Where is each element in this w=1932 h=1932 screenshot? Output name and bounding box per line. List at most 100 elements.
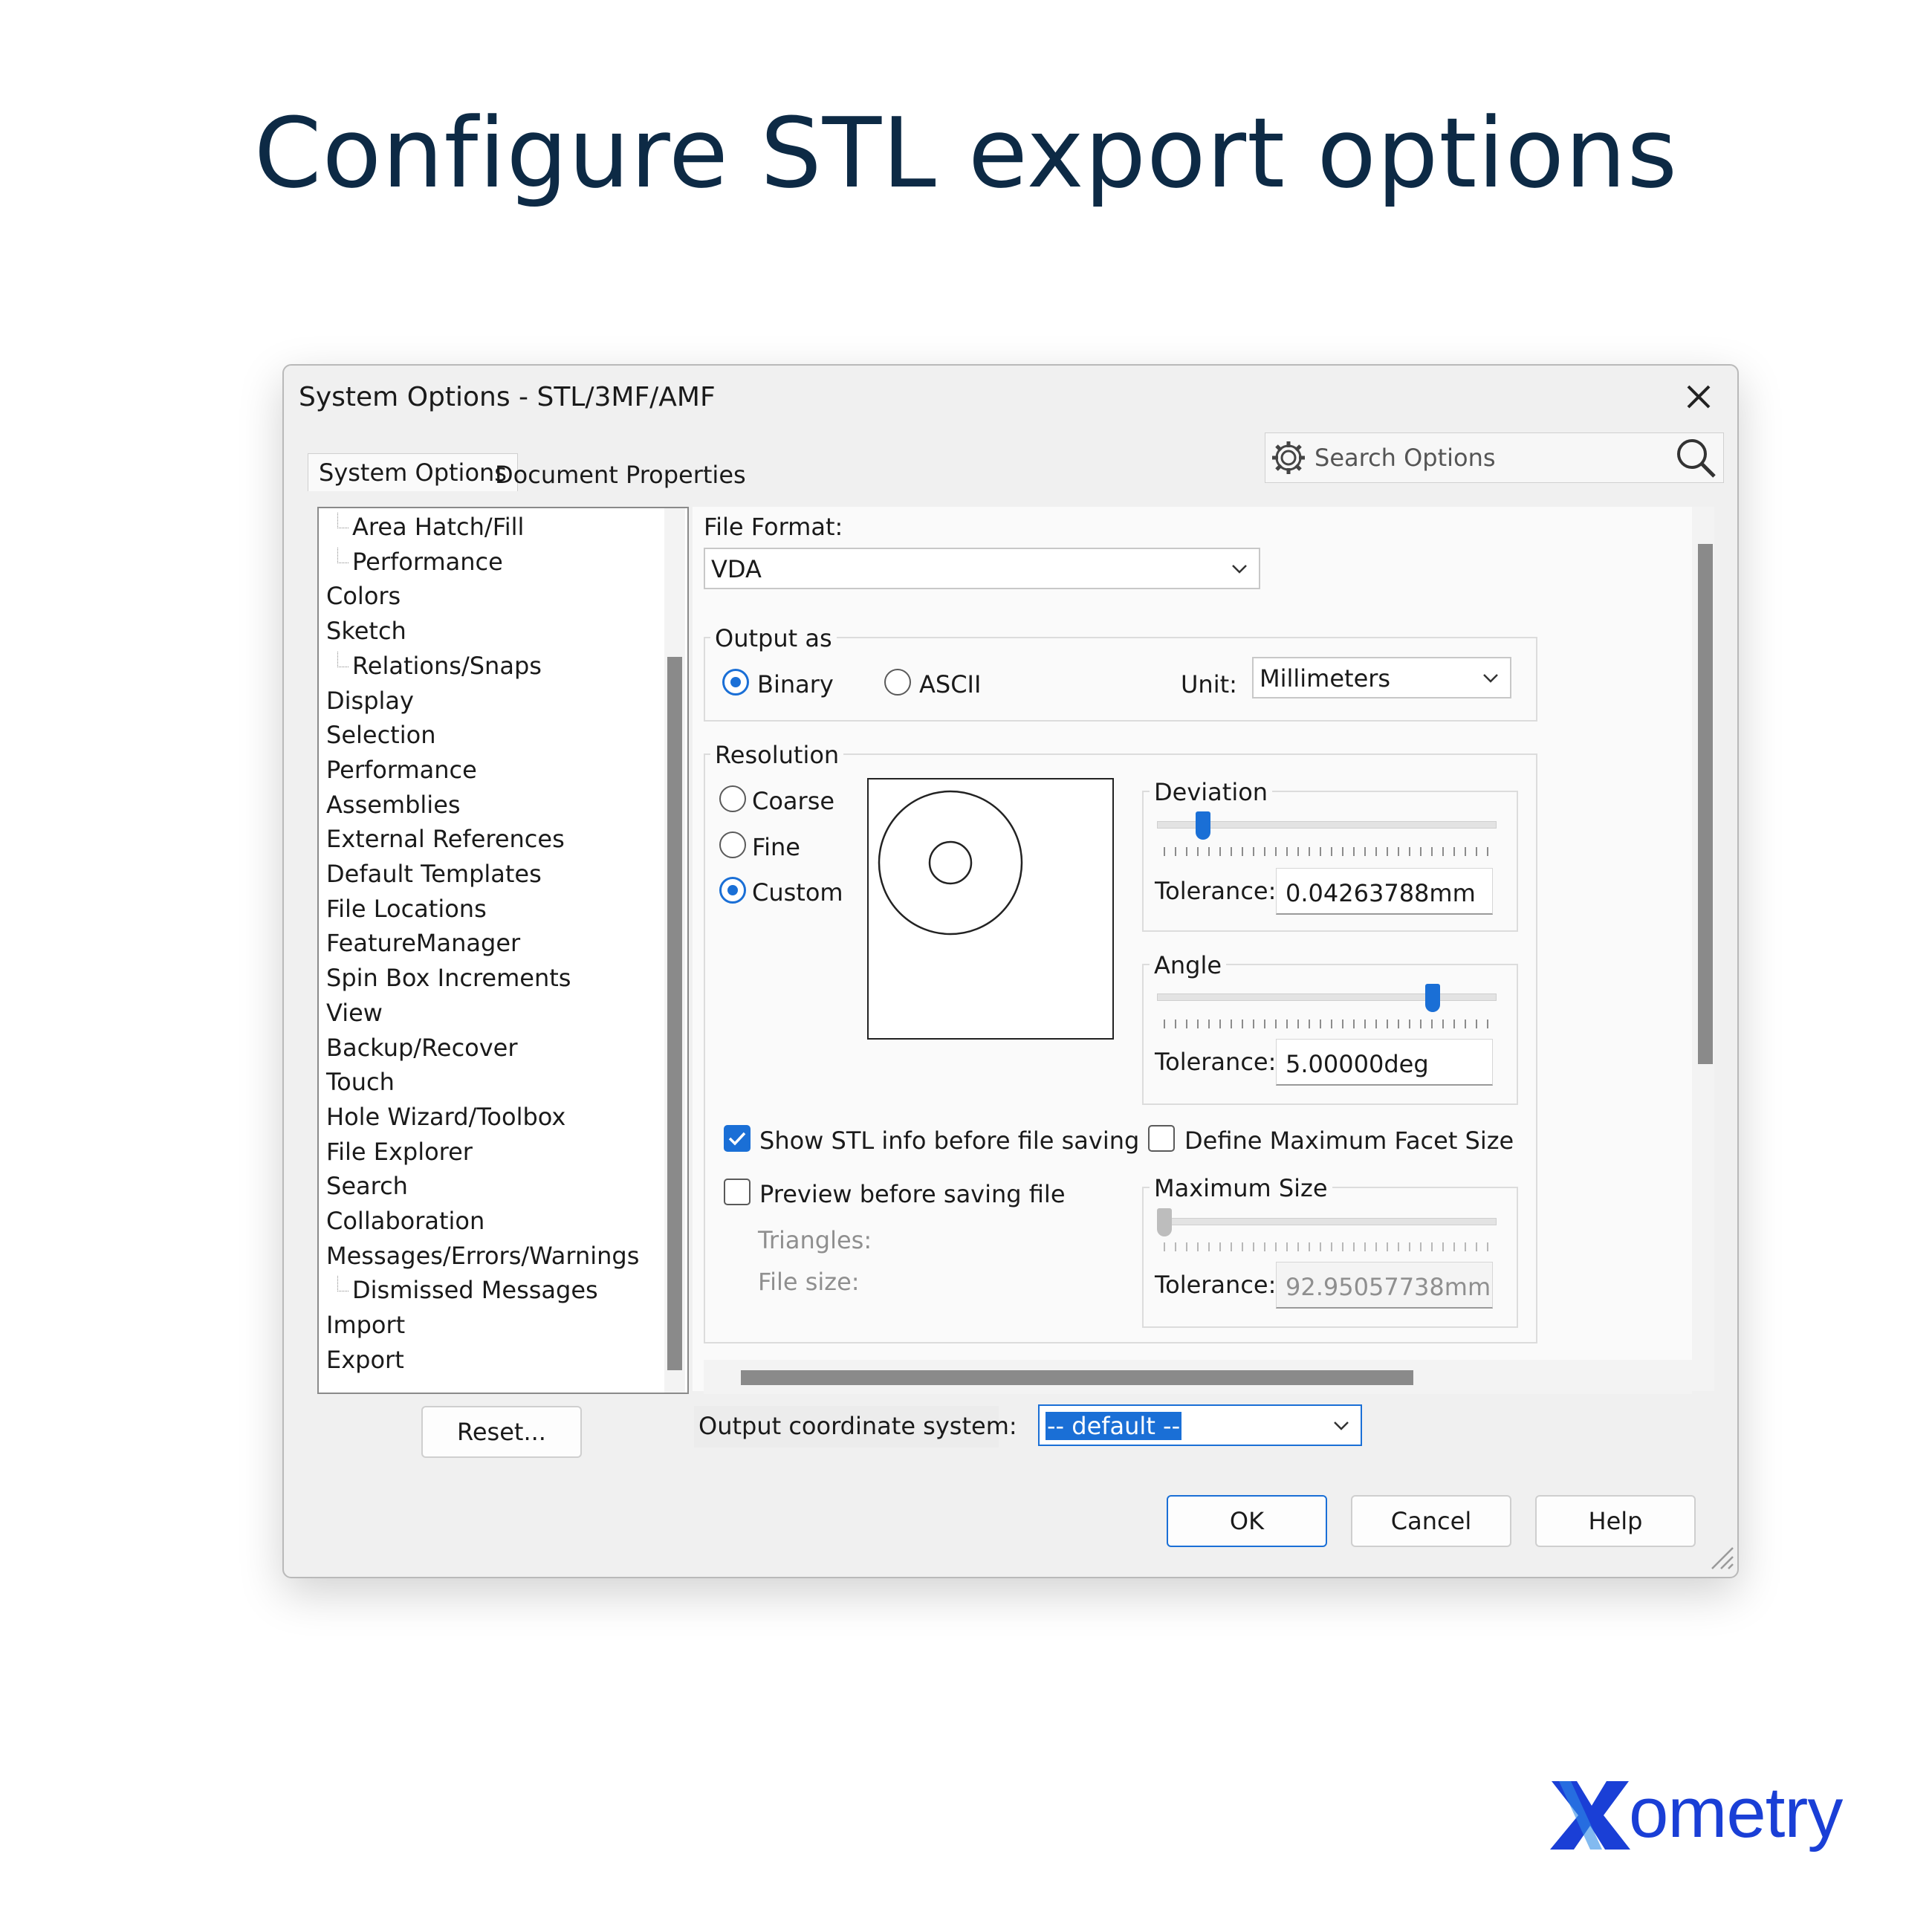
show-stl-info-checkbox[interactable] bbox=[724, 1125, 751, 1152]
define-max-facet-checkbox[interactable] bbox=[1148, 1125, 1175, 1152]
resize-grip-icon[interactable] bbox=[1705, 1540, 1734, 1574]
tree-scroll-thumb[interactable] bbox=[667, 657, 682, 1370]
tree-item[interactable]: Touch bbox=[326, 1068, 395, 1096]
binary-radio[interactable] bbox=[722, 669, 749, 696]
unit-label: Unit: bbox=[1181, 670, 1237, 698]
angle-slider-thumb[interactable] bbox=[1425, 984, 1441, 1012]
tree-item[interactable]: Export bbox=[326, 1346, 404, 1374]
angle-label: Angle bbox=[1150, 951, 1227, 979]
file-size-label: File size: bbox=[758, 1268, 860, 1296]
file-format-label: File Format: bbox=[704, 513, 843, 541]
custom-radio[interactable] bbox=[719, 877, 746, 904]
tree-connector bbox=[337, 513, 349, 528]
max-size-tolerance-value: 92.95057738mm bbox=[1286, 1273, 1491, 1301]
tree-item[interactable]: External References bbox=[326, 825, 565, 853]
xometry-logo: ometry bbox=[1546, 1772, 1843, 1858]
tree-connector bbox=[337, 547, 349, 563]
output-coordinate-value: -- default -- bbox=[1046, 1412, 1182, 1440]
tree-item[interactable]: Assemblies bbox=[326, 791, 461, 819]
tree-item[interactable]: Import bbox=[326, 1311, 405, 1339]
tree-item[interactable]: Hole Wizard/Toolbox bbox=[326, 1103, 565, 1131]
tree-item[interactable]: Dismissed Messages bbox=[352, 1276, 598, 1304]
angle-tolerance-input[interactable]: 5.00000deg bbox=[1276, 1039, 1493, 1086]
help-button[interactable]: Help bbox=[1535, 1495, 1696, 1547]
output-coordinate-label: Output coordinate system: bbox=[698, 1412, 1017, 1440]
deviation-ticks bbox=[1164, 847, 1491, 856]
angle-tolerance-label: Tolerance: bbox=[1155, 1048, 1277, 1076]
max-size-slider-track[interactable] bbox=[1157, 1218, 1497, 1225]
tree-item[interactable]: Display bbox=[326, 687, 414, 715]
angle-tolerance-value: 5.00000deg bbox=[1286, 1050, 1429, 1078]
resolution-preview bbox=[867, 778, 1114, 1040]
tree-item[interactable]: Selection bbox=[326, 721, 435, 749]
tree-item[interactable]: Performance bbox=[352, 548, 503, 576]
tree-connector bbox=[337, 1276, 349, 1292]
angle-slider-track[interactable] bbox=[1157, 993, 1497, 1001]
max-size-label: Maximum Size bbox=[1150, 1174, 1332, 1202]
unit-select[interactable]: Millimeters bbox=[1252, 657, 1511, 698]
panel-vscroll-thumb[interactable] bbox=[1698, 544, 1713, 1064]
tree-item[interactable]: FeatureManager bbox=[326, 929, 520, 957]
coarse-label: Coarse bbox=[752, 787, 835, 815]
tree-connector bbox=[337, 651, 349, 667]
tree-item[interactable]: File Explorer bbox=[326, 1138, 473, 1166]
tree-item[interactable]: Search bbox=[326, 1172, 408, 1200]
dialog-title: System Options - STL/3MF/AMF bbox=[299, 382, 716, 412]
xometry-wordmark: ometry bbox=[1629, 1773, 1843, 1852]
tree-item[interactable]: Collaboration bbox=[326, 1207, 484, 1235]
tree-item[interactable]: View bbox=[326, 999, 383, 1027]
preview-circles-icon bbox=[878, 790, 1023, 936]
tree-item[interactable]: Messages/Errors/Warnings bbox=[326, 1242, 639, 1270]
deviation-label: Deviation bbox=[1150, 778, 1273, 806]
tree-item[interactable]: Performance bbox=[326, 756, 477, 784]
fine-radio[interactable] bbox=[719, 832, 746, 858]
output-as-label: Output as bbox=[710, 624, 837, 652]
tree-item[interactable]: Colors bbox=[326, 582, 401, 610]
tab-document-properties[interactable]: Document Properties bbox=[484, 456, 756, 493]
tree-item[interactable]: Area Hatch/Fill bbox=[352, 513, 524, 541]
system-options-dialog: System Options - STL/3MF/AMF System Opti… bbox=[282, 364, 1739, 1578]
tree-item[interactable]: File Locations bbox=[326, 895, 487, 923]
max-size-tolerance-input[interactable]: 92.95057738mm bbox=[1276, 1262, 1493, 1309]
unit-value: Millimeters bbox=[1260, 664, 1391, 693]
deviation-tolerance-input[interactable]: 0.04263788mm bbox=[1276, 868, 1493, 915]
deviation-slider-thumb[interactable] bbox=[1196, 811, 1211, 840]
panel-hscroll-thumb[interactable] bbox=[741, 1370, 1413, 1385]
checkmark-icon bbox=[728, 1132, 746, 1146]
ascii-radio[interactable] bbox=[884, 669, 911, 696]
tree-item[interactable]: Sketch bbox=[326, 617, 406, 645]
custom-label: Custom bbox=[752, 878, 843, 907]
ascii-label: ASCII bbox=[919, 670, 982, 698]
tree-item[interactable]: Spin Box Increments bbox=[326, 964, 571, 992]
search-icon[interactable] bbox=[1674, 436, 1717, 483]
ok-button[interactable]: OK bbox=[1167, 1495, 1327, 1547]
gear-icon bbox=[1268, 438, 1309, 482]
chevron-down-icon bbox=[1334, 1422, 1349, 1430]
max-size-slider-thumb[interactable] bbox=[1157, 1208, 1172, 1236]
search-options-box[interactable]: Search Options bbox=[1265, 432, 1724, 483]
output-coordinate-select[interactable]: -- default -- bbox=[1038, 1404, 1362, 1446]
tree-item[interactable]: Backup/Recover bbox=[326, 1034, 518, 1062]
triangles-label: Triangles: bbox=[758, 1226, 872, 1254]
cancel-button[interactable]: Cancel bbox=[1351, 1495, 1511, 1547]
file-format-select[interactable]: VDA bbox=[704, 548, 1260, 589]
tree-item[interactable]: Relations/Snaps bbox=[352, 652, 542, 680]
options-tree[interactable]: Area Hatch/Fill Performance Colors Sketch Re… bbox=[317, 507, 689, 1394]
preview-label: Preview before saving file bbox=[759, 1180, 1066, 1208]
max-size-tolerance-label: Tolerance: bbox=[1155, 1271, 1277, 1299]
file-format-value: VDA bbox=[711, 555, 762, 583]
reset-button[interactable]: Reset... bbox=[421, 1406, 582, 1458]
tree-item[interactable]: Default Templates bbox=[326, 860, 542, 888]
preview-checkbox[interactable] bbox=[724, 1179, 751, 1205]
define-max-facet-label: Define Maximum Facet Size bbox=[1184, 1127, 1514, 1155]
search-input[interactable]: Search Options bbox=[1315, 444, 1496, 472]
binary-label: Binary bbox=[757, 670, 834, 698]
chevron-down-icon bbox=[1483, 674, 1498, 683]
max-size-ticks bbox=[1164, 1242, 1491, 1251]
coarse-radio[interactable] bbox=[719, 785, 746, 812]
deviation-tolerance-label: Tolerance: bbox=[1155, 877, 1277, 905]
close-icon[interactable] bbox=[1681, 379, 1717, 415]
resolution-label: Resolution bbox=[710, 741, 844, 769]
show-stl-info-label: Show STL info before file saving bbox=[759, 1127, 1140, 1155]
deviation-tolerance-value: 0.04263788mm bbox=[1286, 879, 1476, 907]
